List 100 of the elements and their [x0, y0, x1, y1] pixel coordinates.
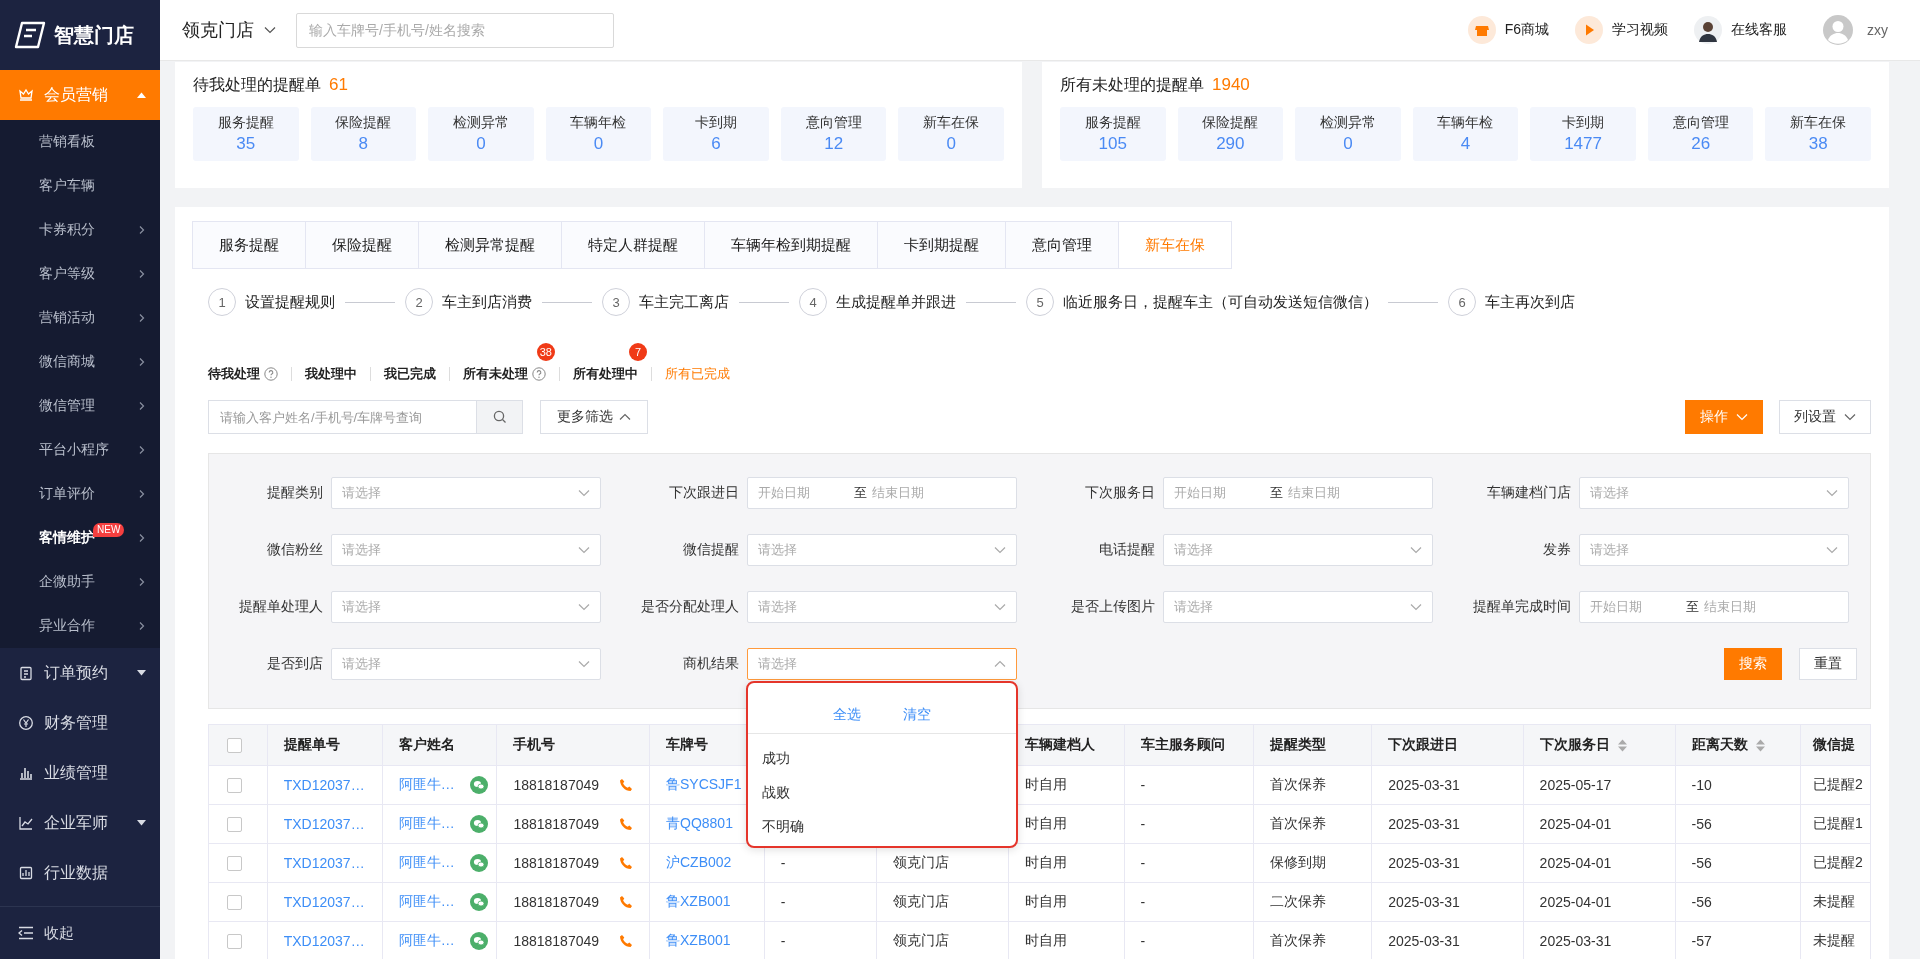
store-selector[interactable]: 领克门店: [182, 18, 276, 42]
filter-label: 微信粉丝: [266, 541, 324, 559]
table-cell: 2025-04-01: [1523, 843, 1676, 883]
filter-label: 微信提醒: [682, 541, 740, 559]
checkbox[interactable]: [227, 738, 242, 754]
stat-card[interactable]: 意向管理 12: [780, 107, 887, 161]
search-field[interactable]: 输入车牌号/手机号/姓名搜索: [296, 12, 614, 48]
stat-card[interactable]: 服务提醒 35: [193, 107, 299, 161]
checkbox[interactable]: [227, 856, 242, 872]
stat-card[interactable]: 检测异常 0: [428, 107, 534, 161]
menu-item[interactable]: 异业合作: [0, 604, 160, 648]
menu-action-link[interactable]: 全选: [833, 706, 861, 724]
menu-group[interactable]: 行业数据: [0, 848, 160, 898]
menu-group[interactable]: 订单预约: [0, 648, 160, 698]
step-label: 车主再次到店: [1485, 292, 1575, 312]
status-tab[interactable]: 我处理中: [292, 365, 370, 383]
filter-toggle-button[interactable]: 更多筛选: [540, 400, 648, 434]
stat-card[interactable]: 服务提醒 105: [1060, 107, 1166, 161]
user-menu[interactable]: zxy: [1823, 15, 1888, 45]
help-icon: [264, 367, 278, 381]
stat-card[interactable]: 卡到期 6: [663, 107, 769, 161]
phone-number: 18818187049: [513, 777, 600, 793]
menu-item[interactable]: 卡券积分: [0, 208, 160, 252]
count-badge: 7: [629, 343, 647, 361]
chevron-down-icon: [578, 546, 590, 554]
menu-item[interactable]: 客户车辆: [0, 164, 160, 208]
tab[interactable]: 保险提醒: [306, 222, 419, 268]
menu-item[interactable]: 微信商城: [0, 340, 160, 384]
stat-card[interactable]: 检测异常 0: [1295, 107, 1401, 161]
menu-group[interactable]: 业绩管理: [0, 748, 160, 798]
tab[interactable]: 服务提醒: [193, 222, 306, 268]
table-cell: 2025-03-31: [1371, 765, 1524, 805]
table-cell: 领克门店: [876, 882, 1009, 922]
menu-group[interactable]: 财务管理: [0, 698, 160, 748]
stat-value: 290: [1216, 134, 1245, 154]
stat-card[interactable]: 新车在保 38: [1765, 107, 1871, 161]
column-header: 手机号: [513, 736, 556, 754]
menu-item[interactable]: 营销看板: [0, 120, 160, 164]
tab[interactable]: 检测异常提醒: [419, 222, 562, 268]
search-button[interactable]: [476, 400, 523, 434]
table-cell: -56: [1675, 843, 1801, 883]
search-field[interactable]: 请输入客户姓名/手机号/车牌号查询: [208, 400, 476, 434]
date-range-field[interactable]: 开始日期 至 结束日期: [1163, 477, 1433, 509]
header-link[interactable]: F6商城: [1467, 16, 1549, 44]
sort-icon[interactable]: [1617, 738, 1627, 752]
table-cell: -: [764, 882, 877, 922]
menu-item[interactable]: 营销活动: [0, 296, 160, 340]
stat-card[interactable]: 意向管理 26: [1647, 107, 1754, 161]
phone-icon[interactable]: [619, 895, 633, 909]
checkbox[interactable]: [227, 934, 242, 950]
phone-icon[interactable]: [619, 778, 633, 792]
connector-line: [1388, 301, 1438, 303]
phone-icon[interactable]: [619, 934, 633, 948]
header-link[interactable]: 在线客服: [1694, 16, 1787, 44]
stat-label: 保险提醒: [335, 114, 392, 132]
status-tab[interactable]: 我已完成: [371, 365, 449, 383]
status-tab[interactable]: 待我处理: [208, 365, 291, 383]
tab[interactable]: 特定人群提醒: [562, 222, 705, 268]
tab[interactable]: 车辆年检到期提醒: [705, 222, 878, 268]
column-header: 提醒单号: [283, 736, 340, 754]
count-label: 61: [329, 75, 348, 95]
stat-card[interactable]: 车辆年检 0: [545, 107, 652, 161]
date-range-field[interactable]: 开始日期 至 结束日期: [747, 477, 1017, 509]
menu-item[interactable]: 微信管理: [0, 384, 160, 428]
wechat-icon[interactable]: [470, 776, 489, 794]
stat-card[interactable]: 车辆年检 4: [1412, 107, 1519, 161]
date-range-field[interactable]: 开始日期 至 结束日期: [1579, 591, 1849, 623]
action-button[interactable]: 列设置: [1779, 400, 1871, 434]
phone-icon[interactable]: [619, 856, 633, 870]
menu-item[interactable]: 平台小程序: [0, 428, 160, 472]
stat-card[interactable]: 新车在保 0: [898, 107, 1004, 161]
header-link[interactable]: 学习视频: [1575, 16, 1668, 44]
stat-label: 车辆年检: [570, 114, 627, 132]
collapse-button[interactable]: 收起: [0, 906, 160, 959]
checkbox[interactable]: [227, 895, 242, 911]
stat-card[interactable]: 保险提醒 8: [310, 107, 417, 161]
wechat-icon[interactable]: [470, 854, 489, 872]
checkbox[interactable]: [227, 817, 242, 833]
menu-group[interactable]: 企业军师: [0, 798, 160, 848]
wechat-icon[interactable]: [470, 815, 489, 833]
table-cell: -: [1124, 804, 1254, 844]
phone-icon[interactable]: [619, 817, 633, 831]
menu-item[interactable]: 订单评价: [0, 472, 160, 516]
stat-card[interactable]: 保险提醒 290: [1177, 107, 1284, 161]
column-header: 下次跟进日: [1388, 736, 1459, 754]
menu-item[interactable]: 客户等级: [0, 252, 160, 296]
wechat-icon[interactable]: [470, 893, 489, 911]
tab[interactable]: 意向管理: [1006, 222, 1119, 268]
table-cell: 保修到期: [1253, 843, 1372, 883]
table-cell: 首次保养: [1253, 765, 1372, 805]
stat-card[interactable]: 卡到期 1477: [1530, 107, 1636, 161]
table-cell: 已提醒2: [1800, 843, 1871, 883]
menu-item[interactable]: 企微助手: [0, 560, 160, 604]
tab[interactable]: 卡到期提醒: [878, 222, 1006, 268]
yen-icon: [18, 715, 34, 731]
wechat-icon[interactable]: [470, 932, 489, 950]
reset-button[interactable]: 重置: [1799, 648, 1857, 680]
chevron-down-icon: [994, 546, 1006, 554]
checkbox[interactable]: [227, 778, 242, 794]
sort-icon[interactable]: [1755, 738, 1765, 752]
